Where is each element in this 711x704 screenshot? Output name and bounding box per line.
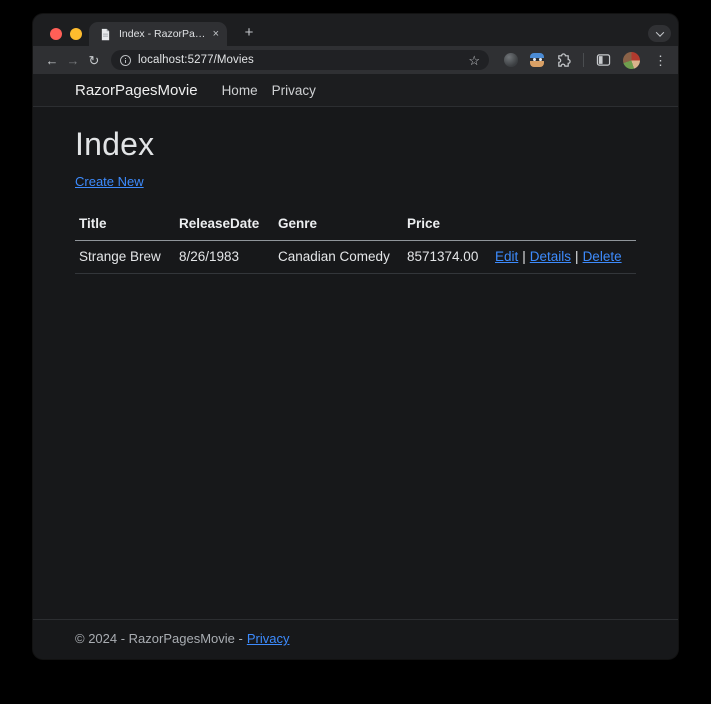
table-header-row: Title ReleaseDate Genre Price [75,211,636,241]
new-tab-button[interactable]: + [239,23,259,43]
extension-icon-mascot[interactable] [530,53,544,67]
column-header-genre: Genre [274,211,403,241]
footer-privacy-link[interactable]: Privacy [247,631,290,646]
extension-icon-dark[interactable] [504,53,518,67]
cell-genre: Canadian Comedy [274,241,403,274]
details-link[interactable]: Details [530,249,571,264]
cell-actions: Edit | Details | Delete [491,241,636,274]
browser-tab-active[interactable]: Index - RazorPagesMovie × [89,22,227,46]
site-footer: © 2024 - RazorPagesMovie - Privacy [33,619,678,659]
minimize-window-button[interactable] [70,28,82,40]
tab-title: Index - RazorPagesMovie [119,28,207,40]
action-separator: | [522,249,526,264]
back-button[interactable]: ← [43,54,61,67]
browser-window: Index - RazorPagesMovie × + ← → ↻ localh… [33,14,678,659]
forward-button[interactable]: → [64,54,82,67]
extensions-puzzle-icon[interactable] [556,53,571,68]
url-text: localhost:5277/Movies [138,54,254,66]
site-info-icon[interactable] [120,55,131,66]
toolbar-separator [583,53,584,67]
reload-button[interactable]: ↻ [85,54,103,67]
navbar-links: Home Privacy [222,83,316,98]
close-window-button[interactable] [50,28,62,40]
cell-price: 8571374.00 [403,241,491,274]
column-header-releasedate: ReleaseDate [175,211,274,241]
movies-table: Title ReleaseDate Genre Price Strange Br… [75,211,636,274]
bookmark-star-icon[interactable]: ☆ [468,54,480,67]
profile-avatar[interactable] [623,52,640,69]
edit-link[interactable]: Edit [495,249,518,264]
site-navbar: RazorPagesMovie Home Privacy [33,74,678,107]
column-header-price: Price [403,211,491,241]
nav-link-privacy[interactable]: Privacy [272,83,316,98]
address-bar[interactable]: localhost:5277/Movies ☆ [111,50,489,70]
action-separator: | [575,249,579,264]
page-favicon-icon [99,28,112,41]
cell-title: Strange Brew [75,241,175,274]
tab-strip: Index - RazorPagesMovie × + [33,14,678,46]
page-title: Index [75,126,636,163]
extensions-area [504,52,640,69]
page-viewport: RazorPagesMovie Home Privacy Index Creat… [33,74,678,659]
close-tab-icon[interactable]: × [213,29,219,40]
footer-copyright: © 2024 - RazorPagesMovie - [75,631,243,646]
main-content: Index Create New Title ReleaseDate Genre… [33,107,678,619]
create-new-link[interactable]: Create New [75,174,144,189]
chevron-down-icon [655,28,663,36]
column-header-title: Title [75,211,175,241]
table-row: Strange Brew 8/26/1983 Canadian Comedy 8… [75,241,636,274]
browser-toolbar: ← → ↻ localhost:5277/Movies ☆ ⋮ [33,46,678,74]
side-panel-icon[interactable] [596,53,611,67]
navbar-brand[interactable]: RazorPagesMovie [75,82,198,99]
column-header-actions [491,211,636,241]
delete-link[interactable]: Delete [583,249,622,264]
nav-link-home[interactable]: Home [222,83,258,98]
browser-menu-button[interactable]: ⋮ [652,54,669,67]
tab-search-button[interactable] [648,25,671,42]
cell-release-date: 8/26/1983 [175,241,274,274]
